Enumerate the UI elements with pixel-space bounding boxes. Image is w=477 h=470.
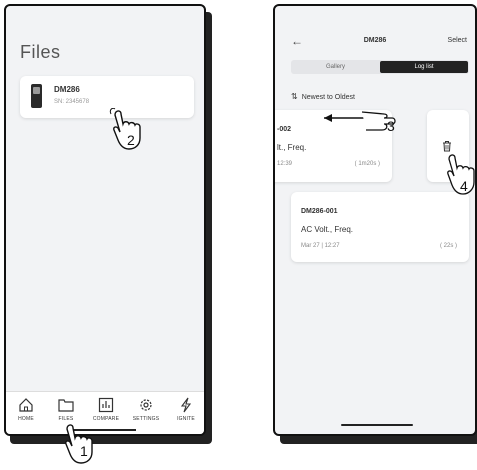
step-number: 4 <box>460 178 468 194</box>
tab-log-list[interactable]: Log list <box>380 61 468 73</box>
log-name: -002 <box>277 126 292 133</box>
tab-gallery[interactable]: Gallery <box>291 60 380 74</box>
device-name: DM286 <box>54 85 80 94</box>
trash-icon <box>443 141 451 152</box>
home-icon <box>19 398 33 412</box>
device-card[interactable]: DM286 SN: 2345678 <box>20 76 194 118</box>
device-serial: SN: 2345678 <box>54 99 90 105</box>
files-screen: Files DM286 SN: 2345678 HOME FILES COMPA… <box>4 4 206 436</box>
gear-icon <box>140 399 152 411</box>
lightning-icon <box>180 397 192 413</box>
bar-chart-icon <box>98 397 114 413</box>
step-number: 1 <box>80 443 88 459</box>
log-list-screen: ← DM286 Select Gallery Log list ⇅ Newest … <box>273 4 477 436</box>
sort-control[interactable]: ⇅ Newest to Oldest <box>291 92 355 101</box>
list-item[interactable]: DM286-001 AC Volt., Freq. Mar 27 | 12:27… <box>291 192 469 262</box>
sort-icon: ⇅ <box>291 92 298 101</box>
step-number: 2 <box>127 132 135 148</box>
nav-ignite[interactable]: IGNITE <box>168 397 204 422</box>
home-indicator <box>341 424 413 426</box>
step-number: 3 <box>387 118 395 134</box>
nav-files[interactable]: FILES <box>48 397 84 422</box>
log-name: DM286-001 <box>301 208 338 215</box>
log-duration: ( 1m20s ) <box>354 161 380 167</box>
nav-compare[interactable]: COMPARE <box>88 397 124 422</box>
nav-settings[interactable]: SETTINGS <box>128 397 164 422</box>
nav-label: HOME <box>18 416 34 422</box>
sort-label: Newest to Oldest <box>301 94 356 101</box>
log-date: 12:39 <box>277 161 293 167</box>
page-title: Files <box>20 42 61 62</box>
nav-home[interactable]: HOME <box>8 397 44 422</box>
log-type: lt., Freq. <box>277 143 307 152</box>
log-date: Mar 27 | 12:27 <box>301 243 340 249</box>
folder-icon <box>58 399 74 412</box>
page-title: DM286 <box>363 37 387 44</box>
log-duration: ( 22s ) <box>439 243 457 249</box>
view-toggle: Gallery Log list <box>291 60 469 74</box>
nav-label: SETTINGS <box>132 416 160 422</box>
log-type: AC Volt., Freq. <box>301 225 354 234</box>
nav-label: IGNITE <box>177 416 195 422</box>
select-button[interactable]: Select <box>448 37 467 44</box>
swipe-left-arrow-icon <box>324 111 396 131</box>
multimeter-icon <box>31 84 42 108</box>
bottom-nav: HOME FILES COMPARE SETTINGS IGNITE <box>6 391 204 434</box>
